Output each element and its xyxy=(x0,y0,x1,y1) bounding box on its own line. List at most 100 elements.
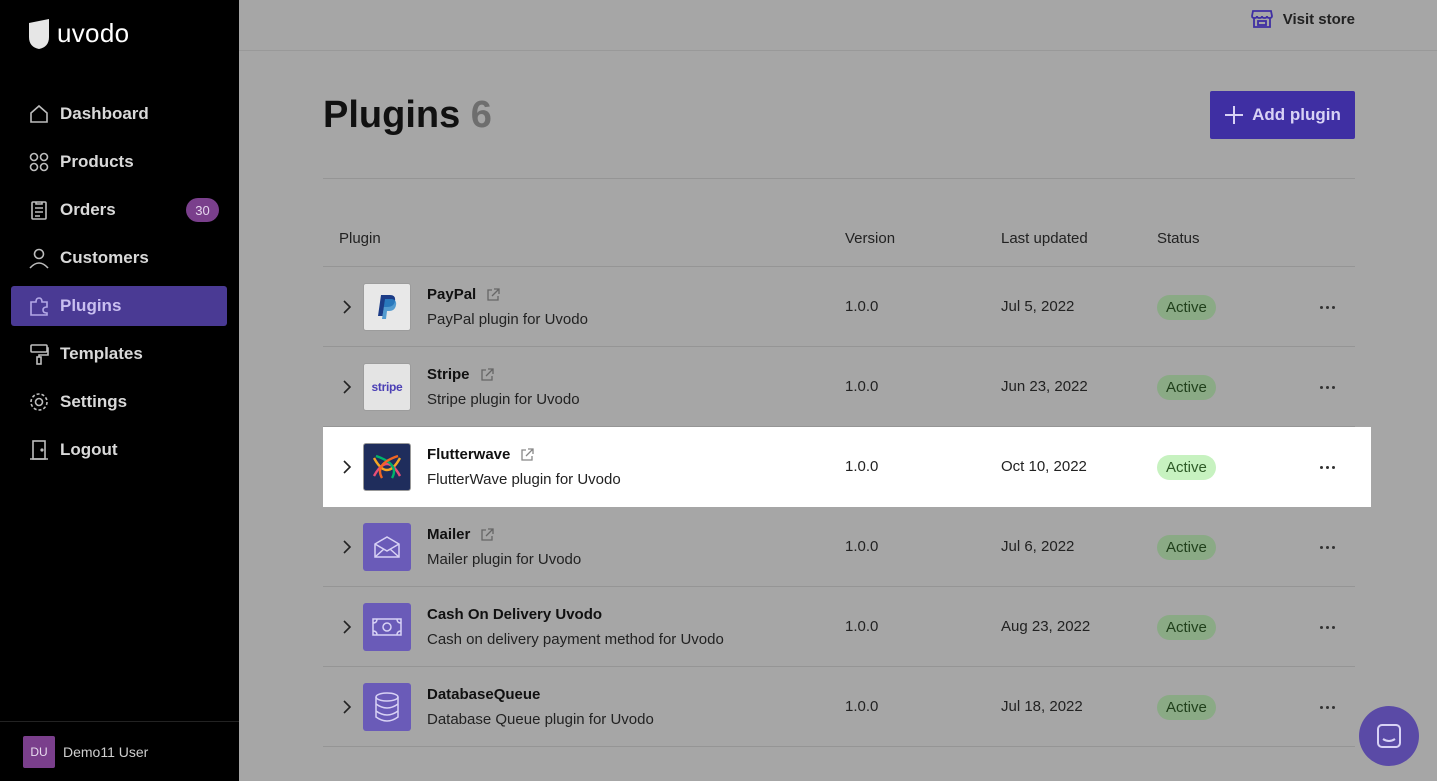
chat-icon xyxy=(1377,724,1401,748)
table-row[interactable]: Mailer Mailer plugin for Uvodo 1.0.0 Jul… xyxy=(323,507,1355,587)
more-options-button[interactable] xyxy=(1317,617,1337,637)
sidebar-item-customers[interactable]: Customers xyxy=(11,238,227,278)
gear-icon xyxy=(28,391,50,413)
plugin-last-updated: Jul 6, 2022 xyxy=(1001,538,1075,555)
chevron-right-icon[interactable] xyxy=(341,539,353,555)
grid-icon xyxy=(28,151,50,173)
plugin-version: 1.0.0 xyxy=(845,698,879,715)
envelope-icon xyxy=(363,523,411,571)
add-plugin-label: Add plugin xyxy=(1252,105,1341,124)
plugin-description: Stripe plugin for Uvodo xyxy=(427,391,580,408)
external-link-icon[interactable] xyxy=(486,287,500,302)
page-title: Plugins 6 xyxy=(323,94,492,137)
puzzle-icon xyxy=(28,295,50,317)
plugin-last-updated: Jul 18, 2022 xyxy=(1001,698,1083,715)
sidebar-item-label: Templates xyxy=(60,344,143,363)
status-badge: Active xyxy=(1157,295,1216,320)
brand-name: uvodo xyxy=(57,18,130,48)
plugin-name: Cash On Delivery Uvodo xyxy=(427,606,602,623)
status-badge: Active xyxy=(1157,695,1216,720)
uvodo-logo-icon xyxy=(29,18,49,49)
table-row[interactable]: DatabaseQueue Database Queue plugin for … xyxy=(323,667,1355,747)
chevron-right-icon[interactable] xyxy=(341,459,353,475)
external-link-icon[interactable] xyxy=(480,367,494,382)
visit-store-button[interactable]: Visit store xyxy=(1250,9,1355,29)
plugin-name-text: Mailer xyxy=(427,526,471,543)
chevron-right-icon[interactable] xyxy=(341,299,353,315)
brand-logo[interactable]: uvodo xyxy=(27,18,129,49)
column-header-version[interactable]: Version xyxy=(845,230,895,247)
plugin-description: PayPal plugin for Uvodo xyxy=(427,311,588,328)
sidebar-item-label: Plugins xyxy=(60,296,122,315)
table-row[interactable]: Cash On Delivery Uvodo Cash on delivery … xyxy=(323,587,1355,667)
plugin-description: Mailer plugin for Uvodo xyxy=(427,551,582,568)
flutterwave-icon xyxy=(363,443,411,491)
stripe-logo-text: stripe xyxy=(371,380,403,394)
plugin-name-text: PayPal xyxy=(427,286,477,303)
plugin-name-text: Cash On Delivery Uvodo xyxy=(427,606,603,623)
user-name: Demo11 User xyxy=(63,743,149,760)
top-bar: Visit store xyxy=(239,0,1437,51)
store-icon xyxy=(1250,10,1273,28)
sidebar-item-label: Customers xyxy=(60,248,149,267)
page-title-text: Plugins xyxy=(323,94,461,136)
cash-icon xyxy=(363,603,411,651)
sidebar-item-logout[interactable]: Logout xyxy=(11,430,227,470)
sidebar-item-orders[interactable]: Orders 30 xyxy=(11,190,227,230)
plugin-name: Mailer xyxy=(427,526,495,543)
add-plugin-button[interactable]: Add plugin xyxy=(1210,91,1355,139)
sidebar-item-settings[interactable]: Settings xyxy=(11,382,227,422)
sidebar: uvodo Dashboard Products Orders 30 Custo… xyxy=(0,0,239,781)
sidebar-item-dashboard[interactable]: Dashboard xyxy=(11,94,227,134)
avatar: DU xyxy=(23,735,55,768)
more-options-button[interactable] xyxy=(1317,297,1337,317)
status-badge: Active xyxy=(1157,375,1216,400)
status-badge: Active xyxy=(1157,455,1216,480)
external-link-icon[interactable] xyxy=(520,447,535,462)
more-options-button[interactable] xyxy=(1317,697,1337,717)
sidebar-item-label: Logout xyxy=(60,440,118,459)
table-row[interactable]: stripe Stripe Stripe plugin for Uvodo 1.… xyxy=(323,347,1355,427)
table-row[interactable]: PayPal PayPal plugin for Uvodo 1.0.0 Jul… xyxy=(323,267,1355,347)
stripe-icon: stripe xyxy=(363,363,411,411)
plugin-name-text: Flutterwave xyxy=(427,446,511,463)
plugin-name: Flutterwave xyxy=(427,446,535,463)
sidebar-item-templates[interactable]: Templates xyxy=(11,334,227,374)
more-options-button[interactable] xyxy=(1317,377,1337,397)
database-icon xyxy=(363,683,411,731)
user-icon xyxy=(28,247,50,269)
header-divider xyxy=(323,178,1355,179)
table-row[interactable]: Flutterwave FlutterWave plugin for Uvodo… xyxy=(323,427,1371,507)
paypal-icon xyxy=(363,283,411,331)
column-header-status[interactable]: Status xyxy=(1157,230,1200,247)
chat-launcher-button[interactable] xyxy=(1359,706,1419,766)
plugin-name-text: DatabaseQueue xyxy=(427,686,541,703)
chevron-right-icon[interactable] xyxy=(341,379,353,395)
column-header-last-updated[interactable]: Last updated xyxy=(1001,230,1088,247)
plugin-name: DatabaseQueue xyxy=(427,686,540,703)
clipboard-icon xyxy=(28,199,50,221)
plugin-description: FlutterWave plugin for Uvodo xyxy=(427,471,621,488)
sidebar-nav: Dashboard Products Orders 30 Customers P… xyxy=(11,94,227,478)
plus-icon xyxy=(1225,106,1244,124)
external-link-icon[interactable] xyxy=(480,527,495,542)
more-options-button[interactable] xyxy=(1317,537,1337,557)
plugin-name-text: Stripe xyxy=(427,366,470,383)
more-options-button[interactable] xyxy=(1317,457,1337,477)
user-profile[interactable]: DU Demo11 User xyxy=(0,721,239,781)
home-icon xyxy=(28,103,50,125)
plugin-version: 1.0.0 xyxy=(845,298,879,315)
sidebar-item-products[interactable]: Products xyxy=(11,142,227,182)
plugin-name: PayPal xyxy=(427,286,500,303)
plugin-last-updated: Jun 23, 2022 xyxy=(1001,378,1088,395)
sidebar-item-label: Products xyxy=(60,152,134,171)
column-header-plugin[interactable]: Plugin xyxy=(339,230,381,247)
status-badge: Active xyxy=(1157,615,1216,640)
plugin-name: Stripe xyxy=(427,366,494,383)
chevron-right-icon[interactable] xyxy=(341,699,353,715)
sidebar-item-label: Orders xyxy=(60,200,116,219)
plugin-version: 1.0.0 xyxy=(845,538,879,555)
plugin-description: Cash on delivery payment method for Uvod… xyxy=(427,631,724,648)
chevron-right-icon[interactable] xyxy=(341,619,353,635)
sidebar-item-plugins[interactable]: Plugins xyxy=(11,286,227,326)
